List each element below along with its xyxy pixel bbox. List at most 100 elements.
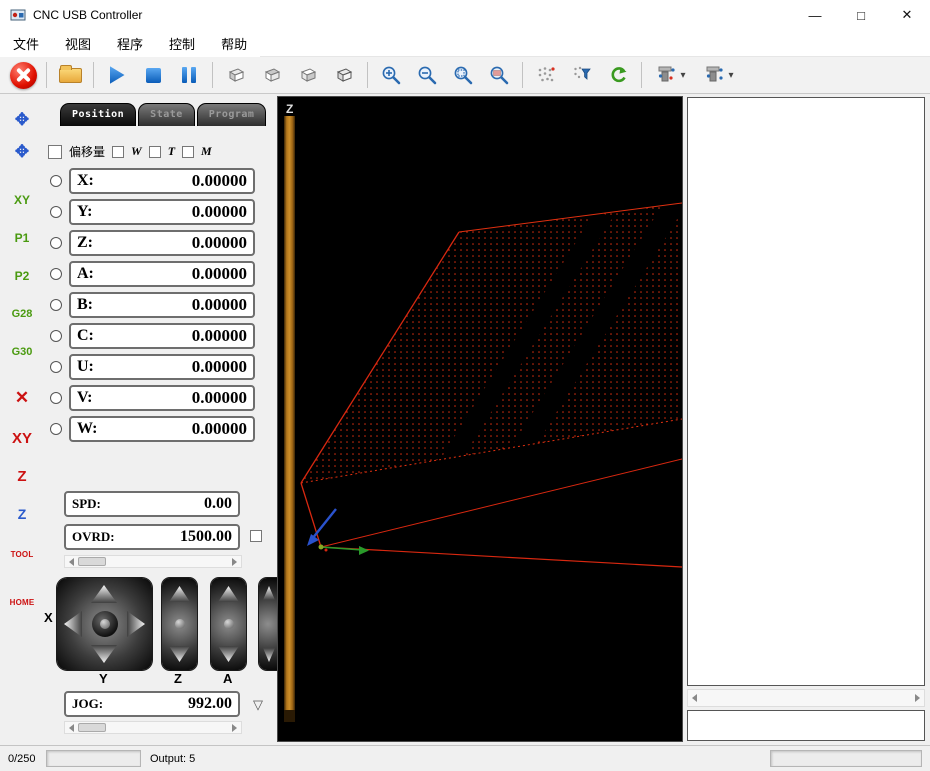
sidebar-item-goto-p2[interactable]: P2 — [4, 262, 40, 290]
zoom-window-button[interactable] — [445, 59, 481, 91]
scroll-right-icon[interactable] — [232, 723, 237, 732]
jog-pad-a[interactable] — [211, 578, 246, 670]
mdi-input-box[interactable] — [687, 710, 925, 741]
offset-checkbox[interactable] — [48, 144, 62, 159]
sidebar-item-g30[interactable]: G30 — [4, 338, 40, 366]
axis-radio[interactable] — [50, 422, 62, 435]
rewind-button[interactable] — [600, 59, 636, 91]
start-button[interactable] — [99, 59, 135, 91]
axis-value: 0.00000 — [191, 325, 247, 345]
gcode-list-panel[interactable] — [687, 97, 925, 686]
sidebar-item-zero-z[interactable]: Z — [4, 462, 40, 490]
minimize-button[interactable]: — — [792, 0, 838, 30]
emergency-stop-button[interactable] — [5, 59, 41, 91]
axis-radio[interactable] — [50, 391, 62, 404]
axis-radio[interactable] — [50, 267, 62, 280]
menu-help[interactable]: 帮助 — [208, 29, 261, 57]
zoom-in-button[interactable] — [373, 59, 409, 91]
sidebar-item-goto-p1[interactable]: P1 — [4, 224, 40, 252]
axis-radio[interactable] — [50, 236, 62, 249]
scroll-right-icon[interactable] — [915, 694, 920, 702]
jog-down-icon[interactable] — [218, 646, 239, 662]
jog-up-icon[interactable] — [263, 586, 275, 600]
dropdown-arrow-icon: ▾ — [728, 69, 734, 81]
sidebar-item-goto-xy[interactable]: XY — [4, 186, 40, 214]
axis-value: 0.00000 — [191, 418, 247, 438]
view-side-button[interactable] — [290, 59, 326, 91]
jog-center-knob[interactable] — [223, 619, 234, 629]
zoom-in-icon — [382, 66, 400, 84]
sidebar-item-label: P1 — [14, 231, 30, 245]
zoom-out-button[interactable] — [409, 59, 445, 91]
close-button[interactable]: ✕ — [884, 0, 930, 30]
scroll-thumb[interactable] — [78, 557, 106, 566]
sidebar-item-g28[interactable]: G28 — [4, 300, 40, 328]
axis-radio[interactable] — [50, 360, 62, 373]
zoom-extents-button[interactable] — [481, 59, 517, 91]
sidebar-item-move-2[interactable]: ✥ — [4, 138, 40, 166]
sidebar-item-zero-all[interactable]: ✕ — [4, 384, 40, 412]
axis-value-box: A: 0.00000 — [69, 260, 255, 287]
ovrd-checkbox[interactable] — [250, 530, 262, 542]
offset-row: 偏移量 W T M — [48, 143, 212, 160]
w-checkbox[interactable] — [112, 145, 125, 158]
sidebar-item-home[interactable]: HOME — [4, 588, 40, 616]
jog-up-icon[interactable] — [169, 586, 190, 602]
jog-pad-b-clipped[interactable] — [259, 578, 277, 670]
axis-value-box: U: 0.00000 — [69, 353, 255, 380]
jog-down-icon[interactable] — [91, 645, 117, 663]
view-iso-button[interactable] — [326, 59, 362, 91]
sidebar-item-measure-z[interactable]: Z — [4, 500, 40, 528]
scroll-left-icon[interactable] — [69, 723, 74, 732]
menu-program[interactable]: 程序 — [104, 29, 157, 57]
toolpath-scene — [300, 202, 682, 568]
machine-offset-button[interactable]: ▾ — [647, 59, 695, 91]
jog-scrollbar[interactable] — [64, 721, 242, 734]
sidebar-item-zero-xy[interactable]: XY — [4, 424, 40, 452]
scroll-left-icon[interactable] — [692, 694, 697, 702]
axis-radio[interactable] — [50, 205, 62, 218]
open-file-button[interactable] — [52, 59, 88, 91]
menu-view[interactable]: 视图 — [52, 29, 105, 57]
sidebar-item-tool[interactable]: TOOL — [4, 540, 40, 568]
gcode-list-scrollbar[interactable] — [687, 689, 925, 707]
menu-control[interactable]: 控制 — [156, 29, 209, 57]
scroll-thumb[interactable] — [78, 723, 106, 732]
t-checkbox[interactable] — [148, 145, 161, 158]
tab-position[interactable]: Position — [60, 103, 137, 126]
simulate-button[interactable] — [528, 59, 564, 91]
axis-radio[interactable] — [50, 298, 62, 311]
jog-center-knob[interactable] — [91, 611, 118, 637]
viewport-3d[interactable]: Z — [277, 96, 683, 742]
jog-pad-xy[interactable] — [57, 578, 152, 670]
maximize-button[interactable]: □ — [838, 0, 884, 30]
sidebar-item-label: G30 — [11, 346, 33, 358]
jog-up-icon[interactable] — [91, 585, 117, 603]
menu-file[interactable]: 文件 — [0, 29, 53, 57]
view-front-button[interactable] — [254, 59, 290, 91]
jog-down-icon[interactable] — [263, 648, 275, 662]
pause-button[interactable] — [171, 59, 207, 91]
jog-down-icon[interactable] — [169, 646, 190, 662]
jog-dropdown-button[interactable]: ▽ — [246, 696, 270, 713]
jog-right-icon[interactable] — [127, 611, 145, 637]
scroll-left-icon[interactable] — [69, 557, 74, 566]
jog-up-icon[interactable] — [218, 586, 239, 602]
scroll-right-icon[interactable] — [232, 557, 237, 566]
sidebar-item-move-1[interactable]: ✥ — [4, 106, 40, 134]
axis-radio[interactable] — [50, 329, 62, 342]
axis-radio[interactable] — [50, 174, 62, 187]
m-checkbox[interactable] — [182, 145, 195, 158]
machine-zero-button[interactable]: ▾ — [695, 59, 743, 91]
axis-value-box: Y: 0.00000 — [69, 198, 255, 225]
sidebar-item-label: ✥ — [14, 110, 30, 129]
tab-program[interactable]: Program — [196, 103, 267, 126]
view-top-button[interactable] — [218, 59, 254, 91]
jog-center-knob[interactable] — [174, 619, 185, 629]
filter-tool-button[interactable] — [564, 59, 600, 91]
jog-pad-z[interactable] — [162, 578, 197, 670]
jog-left-icon[interactable] — [64, 611, 82, 637]
tab-state[interactable]: State — [138, 103, 195, 126]
ovrd-scrollbar[interactable] — [64, 555, 242, 568]
stop-button[interactable] — [135, 59, 171, 91]
